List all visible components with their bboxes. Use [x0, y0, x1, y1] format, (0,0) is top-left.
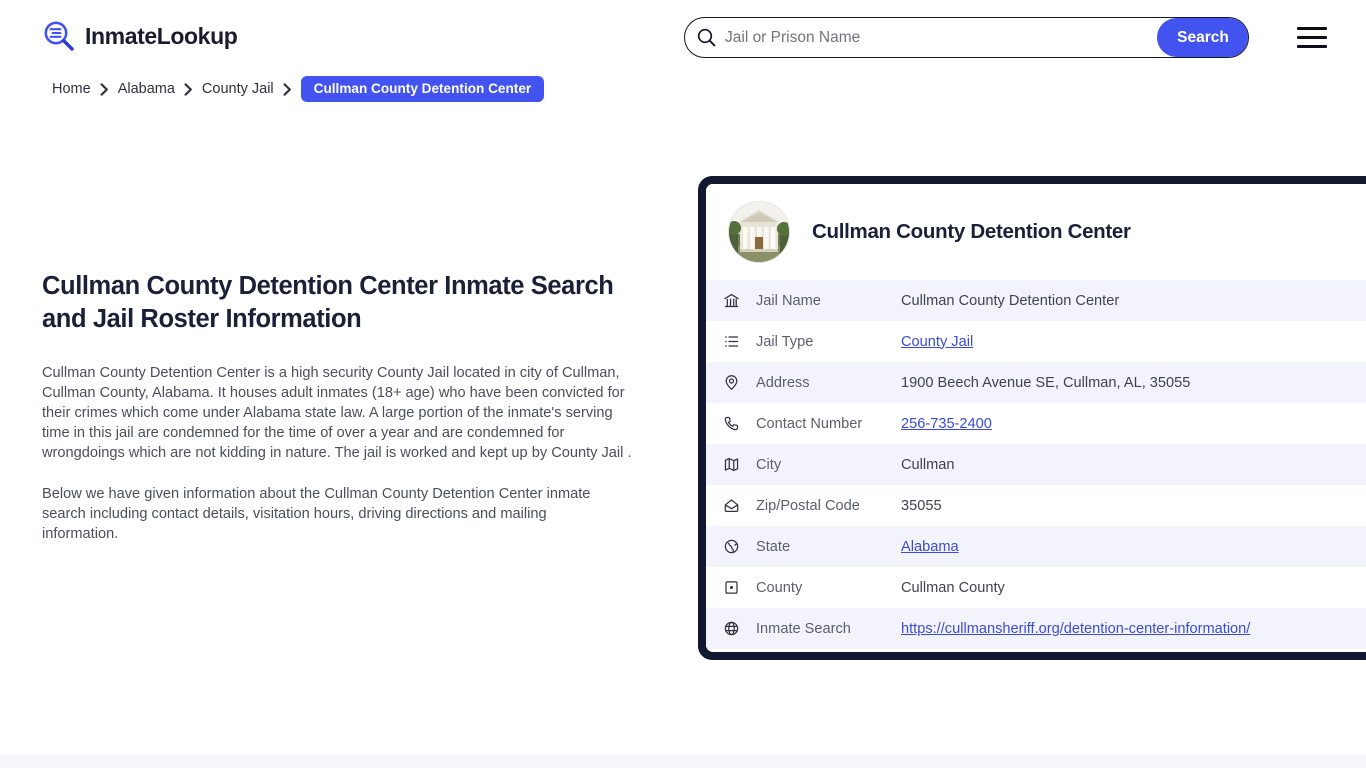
row-value[interactable]: County Jail: [901, 321, 1366, 362]
row-label: City: [756, 444, 901, 485]
hamburger-bar: [1297, 27, 1327, 30]
footer-band: [0, 755, 1366, 768]
hamburger-bar: [1297, 45, 1327, 48]
breadcrumb: Home Alabama County Jail Cullman County …: [52, 76, 544, 102]
brand-logo[interactable]: InmateLookup: [42, 19, 237, 53]
table-row: Contact Number 256-735-2400: [706, 403, 1366, 444]
search-input[interactable]: [716, 18, 1157, 57]
map-pin-icon: [706, 362, 756, 403]
search-bar[interactable]: Search: [684, 17, 1249, 58]
row-value[interactable]: https://cullmansheriff.org/detention-cen…: [901, 608, 1366, 649]
search-icon: [697, 28, 716, 47]
inmate-search-link[interactable]: https://cullmansheriff.org/detention-cen…: [901, 621, 1250, 637]
row-value[interactable]: Alabama: [901, 526, 1366, 567]
hamburger-menu-icon[interactable]: [1297, 27, 1327, 48]
bank-icon: [706, 280, 756, 321]
table-row: County Cullman County: [706, 567, 1366, 608]
article-column: Cullman County Detention Center Inmate S…: [42, 270, 642, 544]
chevron-right-icon: [184, 83, 193, 96]
county-icon: [706, 567, 756, 608]
brand-name: InmateLookup: [85, 25, 237, 48]
jail-card-title: Cullman County Detention Center: [812, 220, 1131, 244]
table-row: Jail Name Cullman County Detention Cente…: [706, 280, 1366, 321]
phone-icon: [706, 403, 756, 444]
breadcrumb-item-county-jail[interactable]: County Jail: [202, 81, 274, 97]
search-button[interactable]: Search: [1157, 18, 1249, 57]
breadcrumb-item-alabama[interactable]: Alabama: [118, 81, 175, 97]
row-value: 35055: [901, 485, 1366, 526]
mail-icon: [706, 485, 756, 526]
description-paragraph-2: Below we have given information about th…: [42, 484, 607, 544]
state-link[interactable]: Alabama: [901, 539, 959, 555]
hamburger-bar: [1297, 36, 1327, 39]
magnifier-list-icon: [42, 19, 76, 53]
row-label: State: [756, 526, 901, 567]
globe-icon: [706, 526, 756, 567]
chevron-right-icon: [283, 83, 292, 96]
row-value[interactable]: 256-735-2400: [901, 403, 1366, 444]
row-value: Cullman County Detention Center: [901, 280, 1366, 321]
row-value: 1900 Beech Avenue SE, Cullman, AL, 35055: [901, 362, 1366, 403]
web-icon: [706, 608, 756, 649]
courthouse-photo: [728, 201, 790, 263]
row-label: Jail Type: [756, 321, 901, 362]
row-label: Address: [756, 362, 901, 403]
table-row: Jail Type County Jail: [706, 321, 1366, 362]
row-label: Inmate Search: [756, 608, 901, 649]
row-label: Zip/Postal Code: [756, 485, 901, 526]
jail-info-table-body: Jail Name Cullman County Detention Cente…: [706, 280, 1366, 649]
table-row: City Cullman: [706, 444, 1366, 485]
page-title: Cullman County Detention Center Inmate S…: [42, 270, 642, 336]
table-row: Address 1900 Beech Avenue SE, Cullman, A…: [706, 362, 1366, 403]
map-icon: [706, 444, 756, 485]
contact-number-link[interactable]: 256-735-2400: [901, 416, 992, 432]
list-icon: [706, 321, 756, 362]
jail-info-card-header: Cullman County Detention Center: [706, 184, 1366, 280]
row-label: Contact Number: [756, 403, 901, 444]
site-header: InmateLookup Search: [0, 0, 1366, 75]
breadcrumb-item-home[interactable]: Home: [52, 81, 91, 97]
chevron-right-icon: [100, 83, 109, 96]
table-row: Inmate Search https://cullmansheriff.org…: [706, 608, 1366, 649]
table-row: Zip/Postal Code 35055: [706, 485, 1366, 526]
row-label: County: [756, 567, 901, 608]
breadcrumb-current: Cullman County Detention Center: [301, 76, 545, 102]
jail-info-table: Jail Name Cullman County Detention Cente…: [706, 280, 1366, 649]
row-value: Cullman: [901, 444, 1366, 485]
jail-info-card-inner: Cullman County Detention Center Jail Nam…: [706, 184, 1366, 652]
page-root: InmateLookup Search Home Alabama: [0, 0, 1366, 768]
row-value: Cullman County: [901, 567, 1366, 608]
jail-type-link[interactable]: County Jail: [901, 334, 973, 350]
row-label: Jail Name: [756, 280, 901, 321]
jail-info-card: Cullman County Detention Center Jail Nam…: [698, 176, 1366, 660]
table-row: State Alabama: [706, 526, 1366, 567]
description-paragraph-1: Cullman County Detention Center is a hig…: [42, 363, 637, 463]
